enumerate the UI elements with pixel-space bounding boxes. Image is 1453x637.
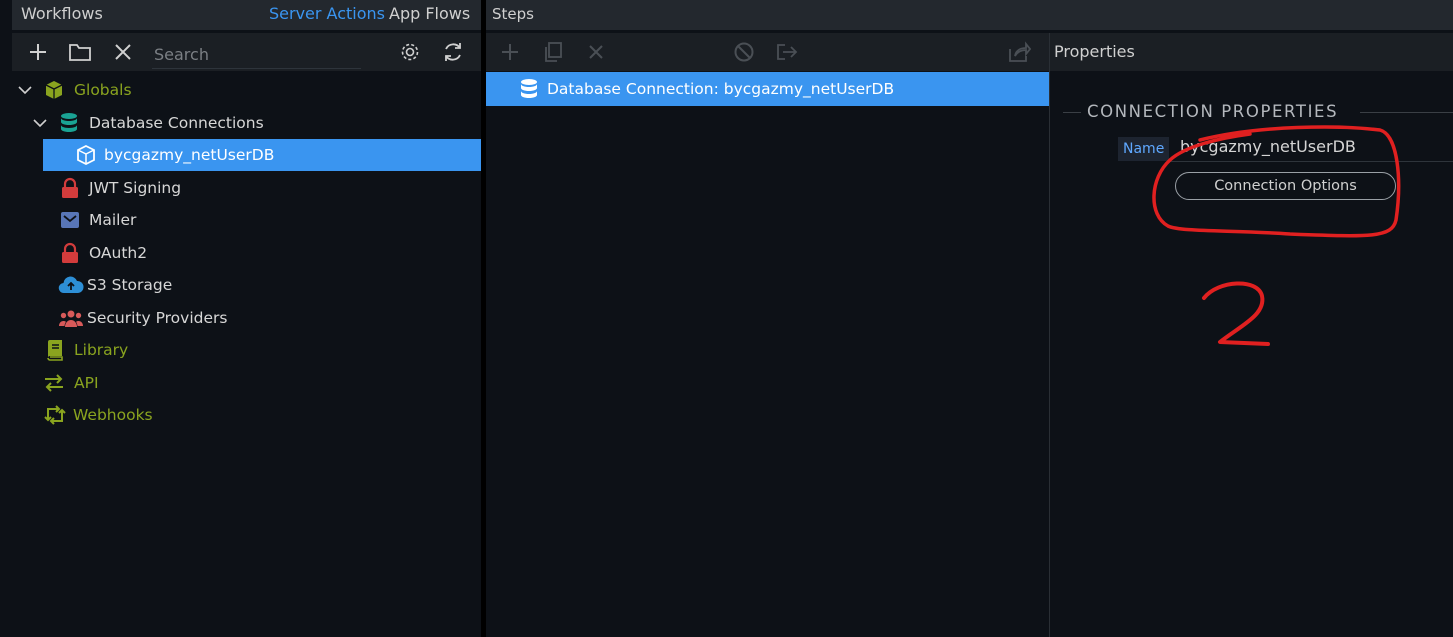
tab-server-actions[interactable]: Server Actions — [269, 4, 385, 23]
tree-item-label: Security Providers — [87, 309, 228, 327]
database-icon — [59, 112, 81, 134]
properties-title: Properties — [1054, 42, 1135, 61]
gear-icon[interactable] — [398, 40, 422, 64]
tree-item-label: Webhooks — [73, 406, 153, 424]
tree-item-label: Mailer — [89, 211, 137, 229]
section-rule-left — [1063, 112, 1081, 113]
folder-icon[interactable] — [67, 40, 93, 64]
cube-icon — [44, 80, 66, 100]
lock-icon — [60, 177, 82, 199]
section-title: CONNECTION PROPERTIES — [1087, 102, 1339, 121]
tree-item-oauth2[interactable]: OAuth2 — [12, 237, 481, 269]
workflows-title: Workflows — [21, 4, 103, 23]
tree-item-label: API — [74, 374, 99, 392]
refresh-icon[interactable] — [440, 39, 466, 65]
tree-item-label: OAuth2 — [89, 244, 148, 262]
tab-app-flows[interactable]: App Flows — [389, 4, 470, 23]
steps-header — [486, 0, 1453, 30]
tree-item-label: Library — [74, 341, 129, 359]
tree-item-webhooks[interactable]: Webhooks — [12, 399, 481, 431]
copy-icon[interactable] — [541, 40, 565, 64]
tree-item-api[interactable]: API — [12, 367, 481, 399]
tree-item-label: JWT Signing — [89, 179, 182, 197]
move-out-icon[interactable] — [774, 40, 800, 64]
chevron-down-icon[interactable] — [33, 116, 47, 130]
tree-item-bycgazmy-netuserdb[interactable]: bycgazmy_netUserDB — [43, 139, 481, 171]
database-icon — [519, 78, 541, 100]
chevron-down-icon[interactable] — [18, 83, 32, 97]
tree-item-label: Database Connections — [89, 114, 264, 132]
step-label: Database Connection: bycgazmy_netUserDB — [547, 80, 895, 98]
tree-item-s3-storage[interactable]: S3 Storage — [12, 269, 481, 301]
close-icon[interactable] — [111, 40, 135, 64]
retweet-icon — [43, 405, 67, 425]
exchange-icon — [43, 373, 67, 393]
steps-toolbar — [486, 33, 1049, 71]
tree-item-security-providers[interactable]: Security Providers — [12, 302, 481, 334]
tree-item-database-connections[interactable]: Database Connections — [12, 107, 481, 139]
tree-item-label: S3 Storage — [87, 276, 173, 294]
step-database-connection[interactable]: Database Connection: bycgazmy_netUserDB — [486, 72, 1049, 106]
cube-icon — [76, 145, 98, 165]
lock-icon — [60, 242, 82, 264]
cloud-upload-icon — [58, 275, 84, 295]
annotation-circle — [1152, 125, 1401, 346]
book-icon — [45, 339, 67, 361]
steps-title: Steps — [492, 5, 534, 23]
tree-item-label: Globals — [74, 81, 132, 99]
section-rule-right — [1360, 112, 1453, 113]
tree-item-label: bycgazmy_netUserDB — [104, 146, 275, 164]
share-icon[interactable] — [1006, 40, 1032, 64]
tree-item-mailer[interactable]: Mailer — [12, 204, 481, 236]
plus-icon[interactable] — [26, 40, 50, 64]
ban-icon[interactable] — [732, 40, 756, 64]
tree-item-jwt-signing[interactable]: JWT Signing — [12, 172, 481, 204]
close-icon[interactable] — [584, 40, 608, 64]
tree-item-library[interactable]: Library — [12, 334, 481, 366]
search-input[interactable] — [152, 40, 361, 69]
tree-item-globals[interactable]: Globals — [12, 74, 481, 106]
envelope-icon — [60, 211, 82, 229]
users-icon — [58, 308, 84, 328]
properties-divider[interactable] — [1049, 33, 1050, 637]
plus-icon[interactable] — [498, 40, 522, 64]
